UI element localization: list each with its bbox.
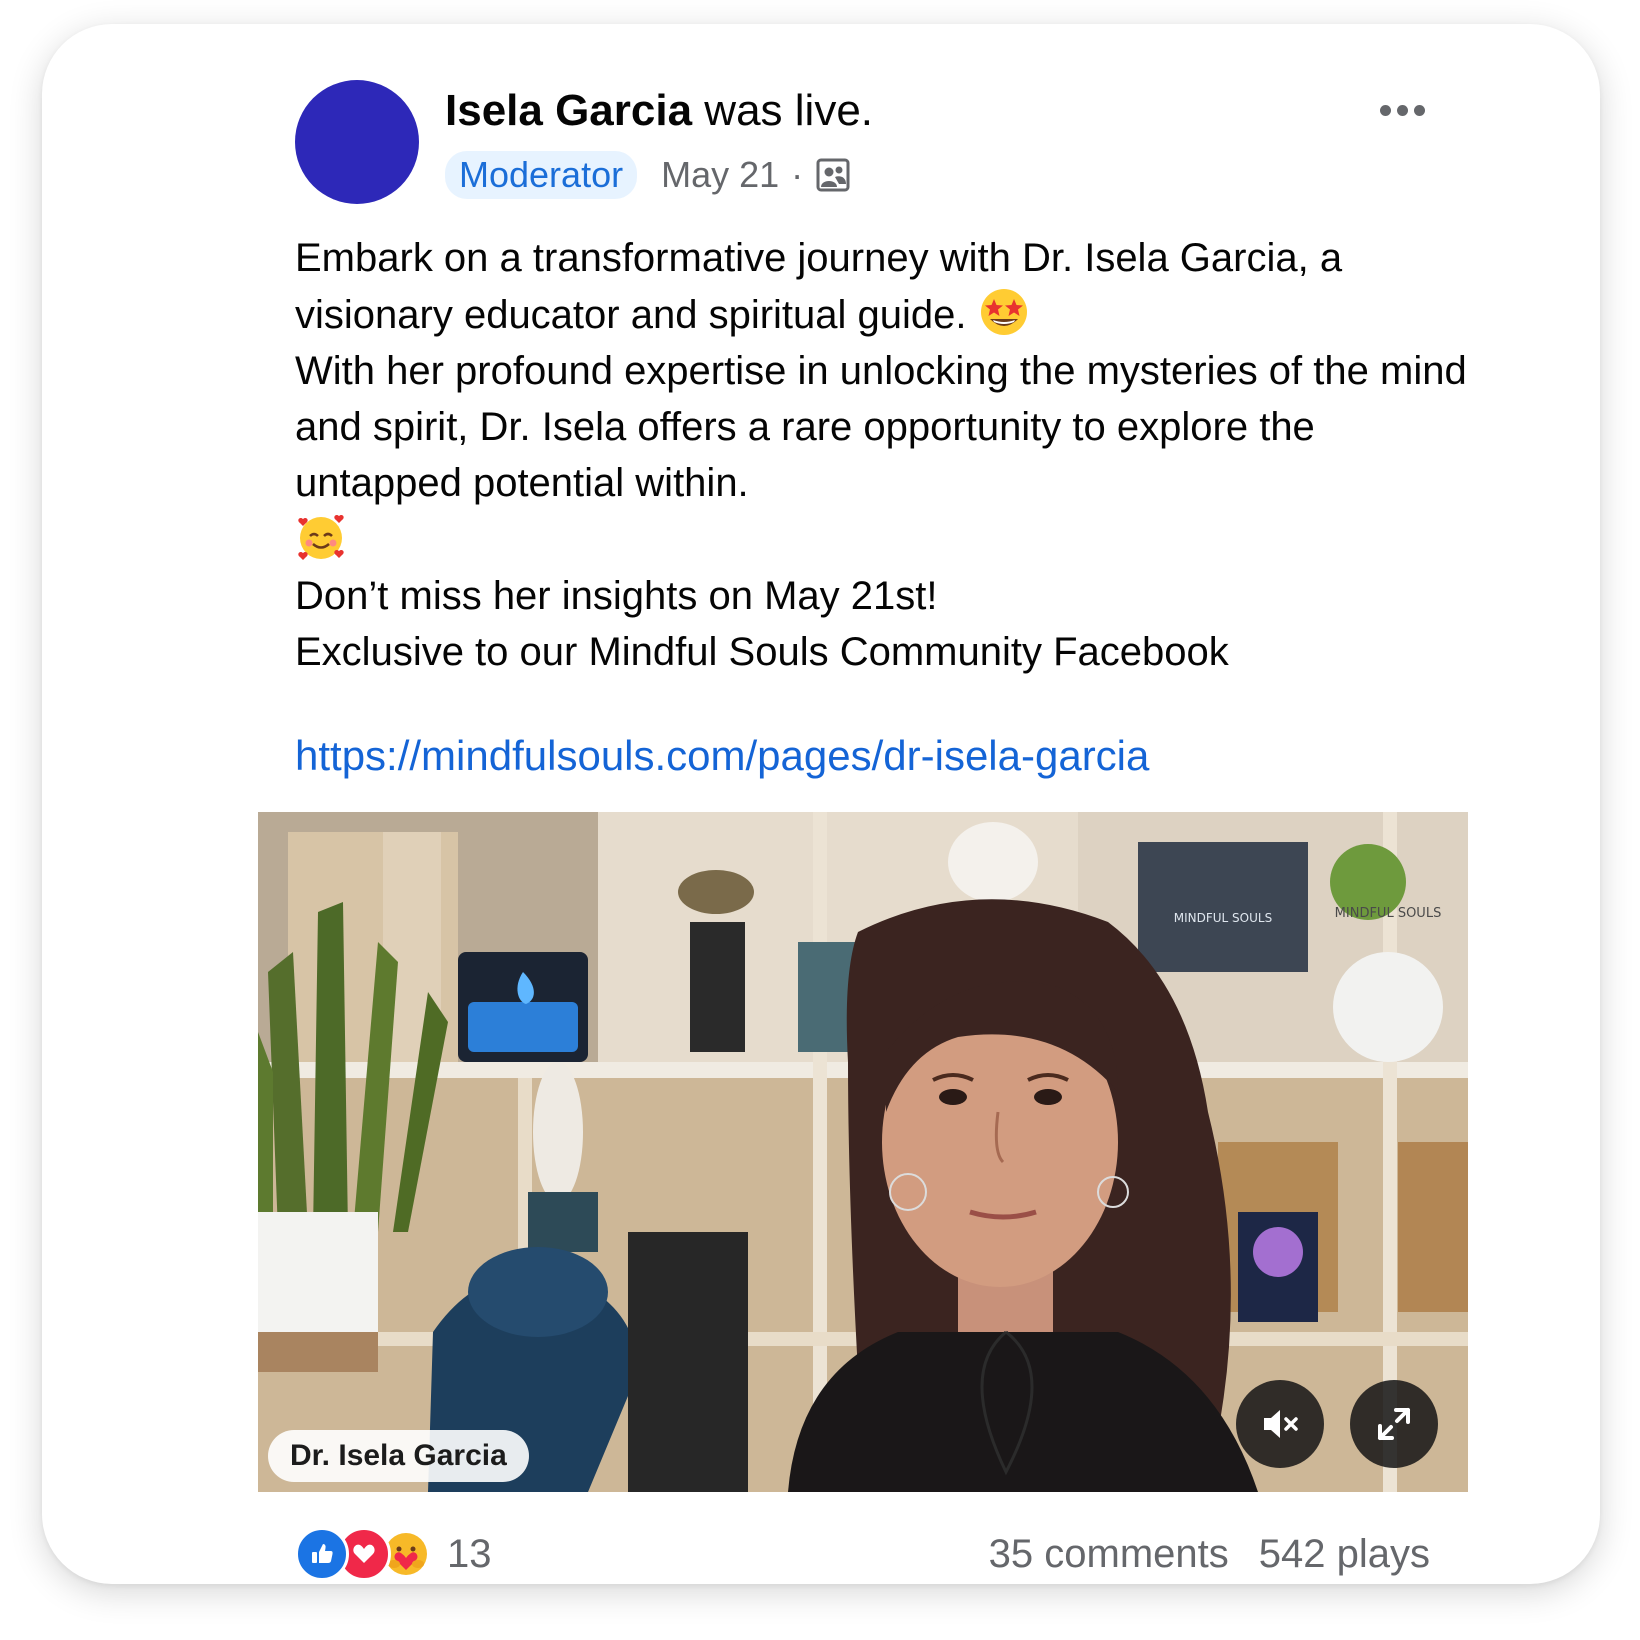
paragraph-1-text: Embark on a transformative journey with … <box>295 236 1343 337</box>
post-link[interactable]: https://mindfulsouls.com/pages/dr-isela-… <box>295 732 1149 780</box>
live-video-player[interactable]: MINDFUL SOULS MINDFUL SOULS Dr. Isela Ga… <box>258 812 1468 1492</box>
plays-count: 542 plays <box>1258 1531 1430 1576</box>
post-line-4: Exclusive to our Mindful Souls Community… <box>295 630 1229 674</box>
post-date[interactable]: May 21 <box>661 154 779 196</box>
sign-logo-text: MINDFUL SOULS <box>1335 906 1442 921</box>
smiling-face-with-hearts-emoji <box>298 514 344 560</box>
like-icon <box>295 1527 349 1581</box>
post-meta: Moderator May 21 · <box>445 150 851 200</box>
expand-fullscreen-icon <box>1378 1408 1410 1440</box>
group-audience-icon <box>815 157 851 193</box>
more-options-button[interactable] <box>1372 94 1432 126</box>
more-options-icon <box>1379 104 1391 116</box>
comments-count[interactable]: 35 comments <box>989 1532 1229 1577</box>
author-name[interactable]: Isela Garcia <box>445 86 692 135</box>
more-dot <box>1396 104 1408 116</box>
reaction-count: 13 <box>447 1531 492 1576</box>
volume-muted-icon <box>1264 1410 1298 1438</box>
box-logo-text: MINDFUL SOULS <box>1174 911 1272 925</box>
fullscreen-button[interactable] <box>1350 1380 1438 1468</box>
post-header: Isela Garcia was live. <box>445 86 873 136</box>
moderator-badge: Moderator <box>445 151 638 199</box>
paragraph-2-text: With her profound expertise in unlocking… <box>295 349 1467 505</box>
speaker-name-tag: Dr. Isela Garcia <box>268 1430 529 1482</box>
reactions-summary[interactable]: 13 <box>295 1527 492 1581</box>
post-footer: 13 35 comments 542 plays <box>295 1524 1430 1584</box>
star-struck-emoji <box>980 289 1027 335</box>
mute-toggle-button[interactable] <box>1236 1380 1324 1468</box>
post-card: Isela Garcia was live. Moderator May 21 … <box>42 24 1600 1584</box>
more-dot <box>1413 104 1425 116</box>
live-status-text: was live. <box>692 86 874 135</box>
author-avatar[interactable] <box>295 80 419 204</box>
post-paragraph-1: Embark on a transformative journey with … <box>295 230 1475 343</box>
engagement-stats: 35 comments 542 plays <box>989 1532 1430 1577</box>
post-paragraph-2: With her profound expertise in unlocking… <box>295 343 1475 568</box>
post-line-3: Don’t miss her insights on May 21st! <box>295 574 938 618</box>
post-body: Embark on a transformative journey with … <box>295 230 1475 680</box>
meta-separator: · <box>791 154 804 195</box>
